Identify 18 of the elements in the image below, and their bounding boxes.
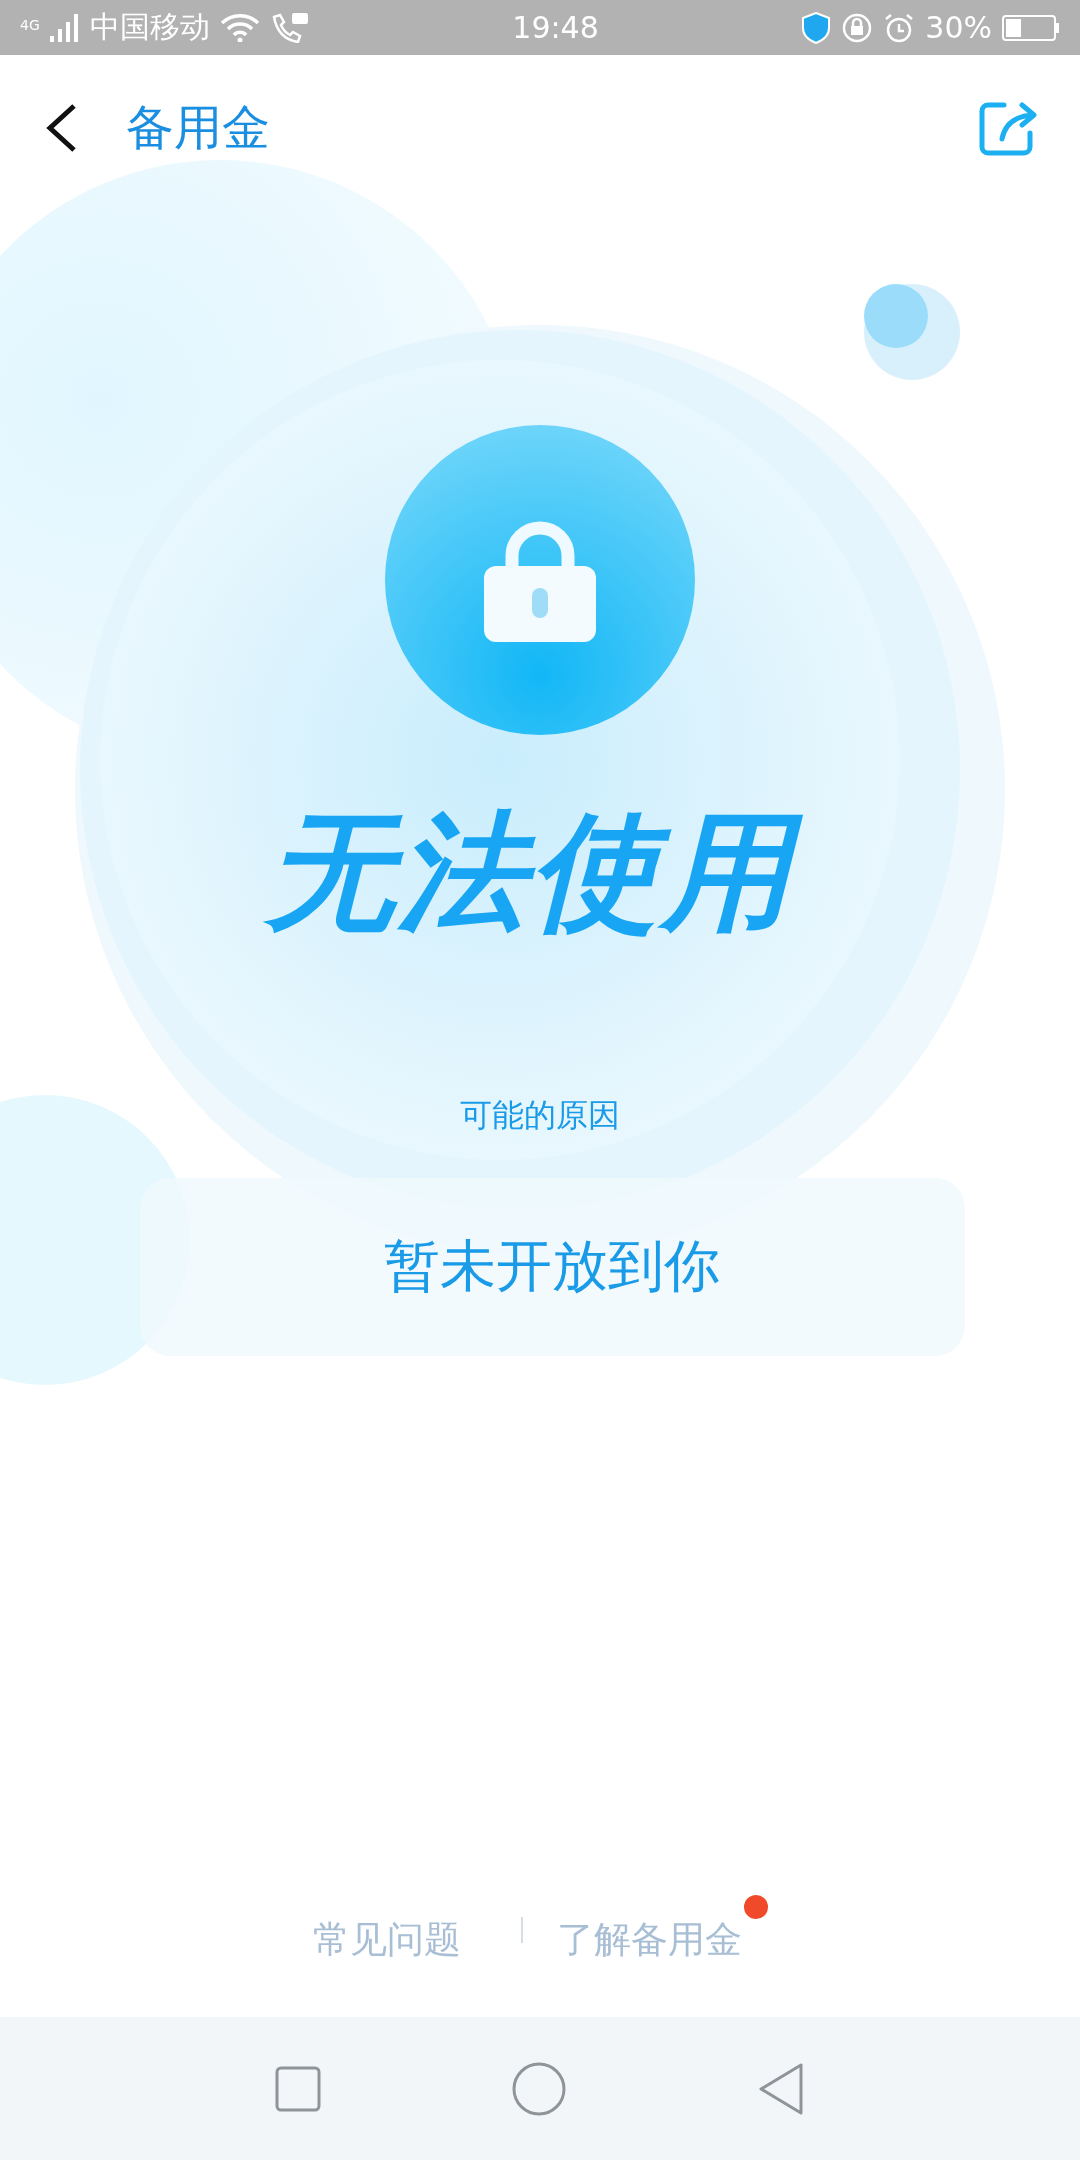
battery-icon	[1002, 14, 1060, 41]
rotation-lock-icon	[841, 11, 874, 44]
reason-label: 可能的原因	[460, 1094, 620, 1136]
page-title: 备用金	[126, 97, 271, 157]
status-headline: 无法使用	[256, 795, 824, 949]
footer-link[interactable]: 常见问题	[312, 1895, 487, 1965]
network-type: 4G	[20, 17, 40, 33]
battery-percent: 30%	[925, 10, 992, 45]
wifi-icon	[219, 13, 260, 42]
recent-apps-button[interactable]	[275, 2065, 321, 2112]
footer-link[interactable]: 了解备用金	[556, 1895, 768, 1965]
carrier-name: 中国移动	[89, 8, 210, 46]
shield-icon	[801, 11, 832, 44]
signal-icon	[49, 13, 80, 42]
back-nav-button[interactable]	[757, 2061, 805, 2116]
clock-time: 19:48	[512, 10, 599, 45]
reason-text: 暂未开放到你	[384, 1231, 720, 1300]
home-button[interactable]	[511, 2060, 567, 2117]
